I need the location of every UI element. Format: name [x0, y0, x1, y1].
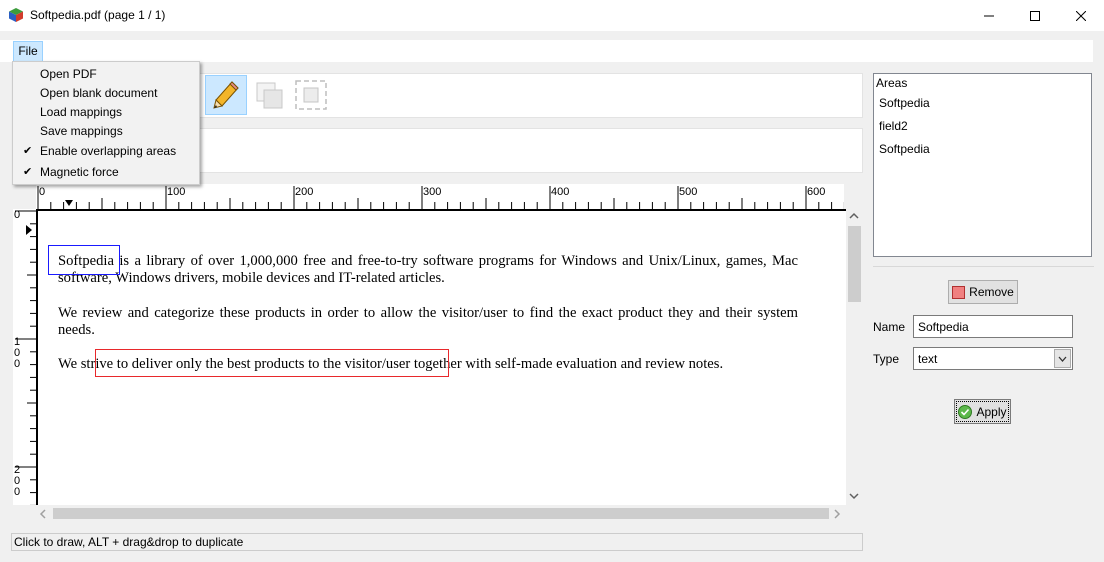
pencil-icon	[213, 81, 239, 109]
document-paragraph: Softpedia is a library of over 1,000,000…	[58, 253, 798, 286]
dropdown-arrow-button[interactable]	[1054, 349, 1071, 368]
scroll-down-icon[interactable]	[849, 492, 859, 500]
ruler-label: 300	[423, 186, 442, 198]
maximize-button[interactable]	[1012, 0, 1058, 31]
scroll-right-icon[interactable]	[833, 509, 841, 519]
horizontal-scroll-thumb[interactable]	[53, 508, 829, 519]
mapped-area-selected[interactable]	[48, 245, 120, 275]
vertical-ruler: 0 1 0 0 2 0 0	[13, 209, 36, 505]
file-dropdown-menu: Open PDF Open blank document Load mappin…	[12, 61, 200, 185]
ruler-label: 200	[295, 186, 314, 198]
type-select-value: text	[918, 352, 938, 366]
menu-bar	[0, 40, 1093, 62]
vertical-scroll-thumb[interactable]	[848, 226, 861, 302]
ruler-label: 100	[167, 186, 186, 198]
maximize-icon	[1030, 10, 1040, 21]
menu-item-label: Enable overlapping areas	[40, 144, 177, 158]
remove-button-label: Remove	[969, 285, 1014, 299]
menu-item-label: Load mappings	[40, 105, 123, 119]
draw-tool-button[interactable]	[205, 75, 247, 115]
pdf-canvas[interactable]: Softpedia is a library of over 1,000,000…	[36, 209, 846, 505]
ruler-label: 0	[14, 209, 21, 221]
close-icon	[1076, 10, 1086, 21]
menu-item-label: Open blank document	[40, 86, 158, 100]
remove-icon	[952, 285, 966, 299]
menu-item-open-pdf[interactable]: Open PDF	[13, 65, 199, 84]
window-title: Softpedia.pdf (page 1 / 1)	[30, 8, 166, 22]
menu-item-save-mappings[interactable]: Save mappings	[13, 122, 199, 141]
apply-button[interactable]: Apply	[954, 399, 1011, 424]
areas-list-item[interactable]: field2	[879, 119, 908, 133]
remove-button[interactable]: Remove	[948, 280, 1018, 304]
menu-item-magnetic-force[interactable]: ✔ Magnetic force	[13, 163, 199, 182]
checkmark-circle-icon	[958, 404, 973, 419]
duplicate-tool-button[interactable]	[248, 75, 290, 115]
panel-divider	[873, 266, 1094, 267]
menu-item-label: Open PDF	[40, 67, 97, 81]
ruler-label: 600	[807, 186, 826, 198]
ruler-label: 400	[551, 186, 570, 198]
mapped-area[interactable]	[95, 349, 449, 377]
scroll-up-icon[interactable]	[849, 212, 859, 220]
scroll-left-icon[interactable]	[39, 509, 47, 519]
document-paragraph: We review and categorize these products …	[58, 305, 798, 338]
checkmark-icon: ✔	[23, 166, 33, 178]
chevron-down-icon	[1058, 356, 1067, 362]
duplicate-icon	[256, 82, 283, 109]
name-field[interactable]	[913, 315, 1073, 338]
areas-list-header: Areas	[876, 76, 908, 90]
selection-icon	[295, 80, 327, 110]
menu-item-enable-overlapping[interactable]: ✔ Enable overlapping areas	[13, 142, 199, 161]
areas-list-item[interactable]: Softpedia	[879, 142, 930, 156]
ruler-label: 500	[679, 186, 698, 198]
title-bar	[0, 0, 1104, 31]
horizontal-ruler: 0 100 200 300 400 500 600	[36, 184, 844, 209]
close-button[interactable]	[1058, 0, 1104, 31]
ruler-label: 1 0 0	[14, 336, 21, 370]
areas-list-item[interactable]: Softpedia	[879, 96, 930, 110]
type-label: Type	[873, 352, 900, 366]
menu-item-load-mappings[interactable]: Load mappings	[13, 103, 199, 122]
menu-item-label: Magnetic force	[40, 165, 119, 179]
minimize-button[interactable]	[966, 0, 1012, 31]
name-label: Name	[873, 320, 906, 334]
status-bar: Click to draw, ALT + drag&drop to duplic…	[11, 533, 863, 551]
type-select[interactable]: text	[913, 347, 1073, 370]
select-tool-button[interactable]	[290, 75, 332, 115]
checkmark-icon: ✔	[23, 145, 33, 157]
ruler-label: 0	[39, 186, 46, 198]
file-menu[interactable]: File	[13, 41, 43, 62]
app-icon	[9, 8, 23, 22]
menu-item-open-blank[interactable]: Open blank document	[13, 84, 199, 103]
ruler-label: 2 0 0	[14, 464, 21, 498]
minimize-icon	[984, 15, 994, 16]
apply-button-label: Apply	[976, 404, 1007, 419]
menu-item-label: Save mappings	[40, 124, 123, 138]
